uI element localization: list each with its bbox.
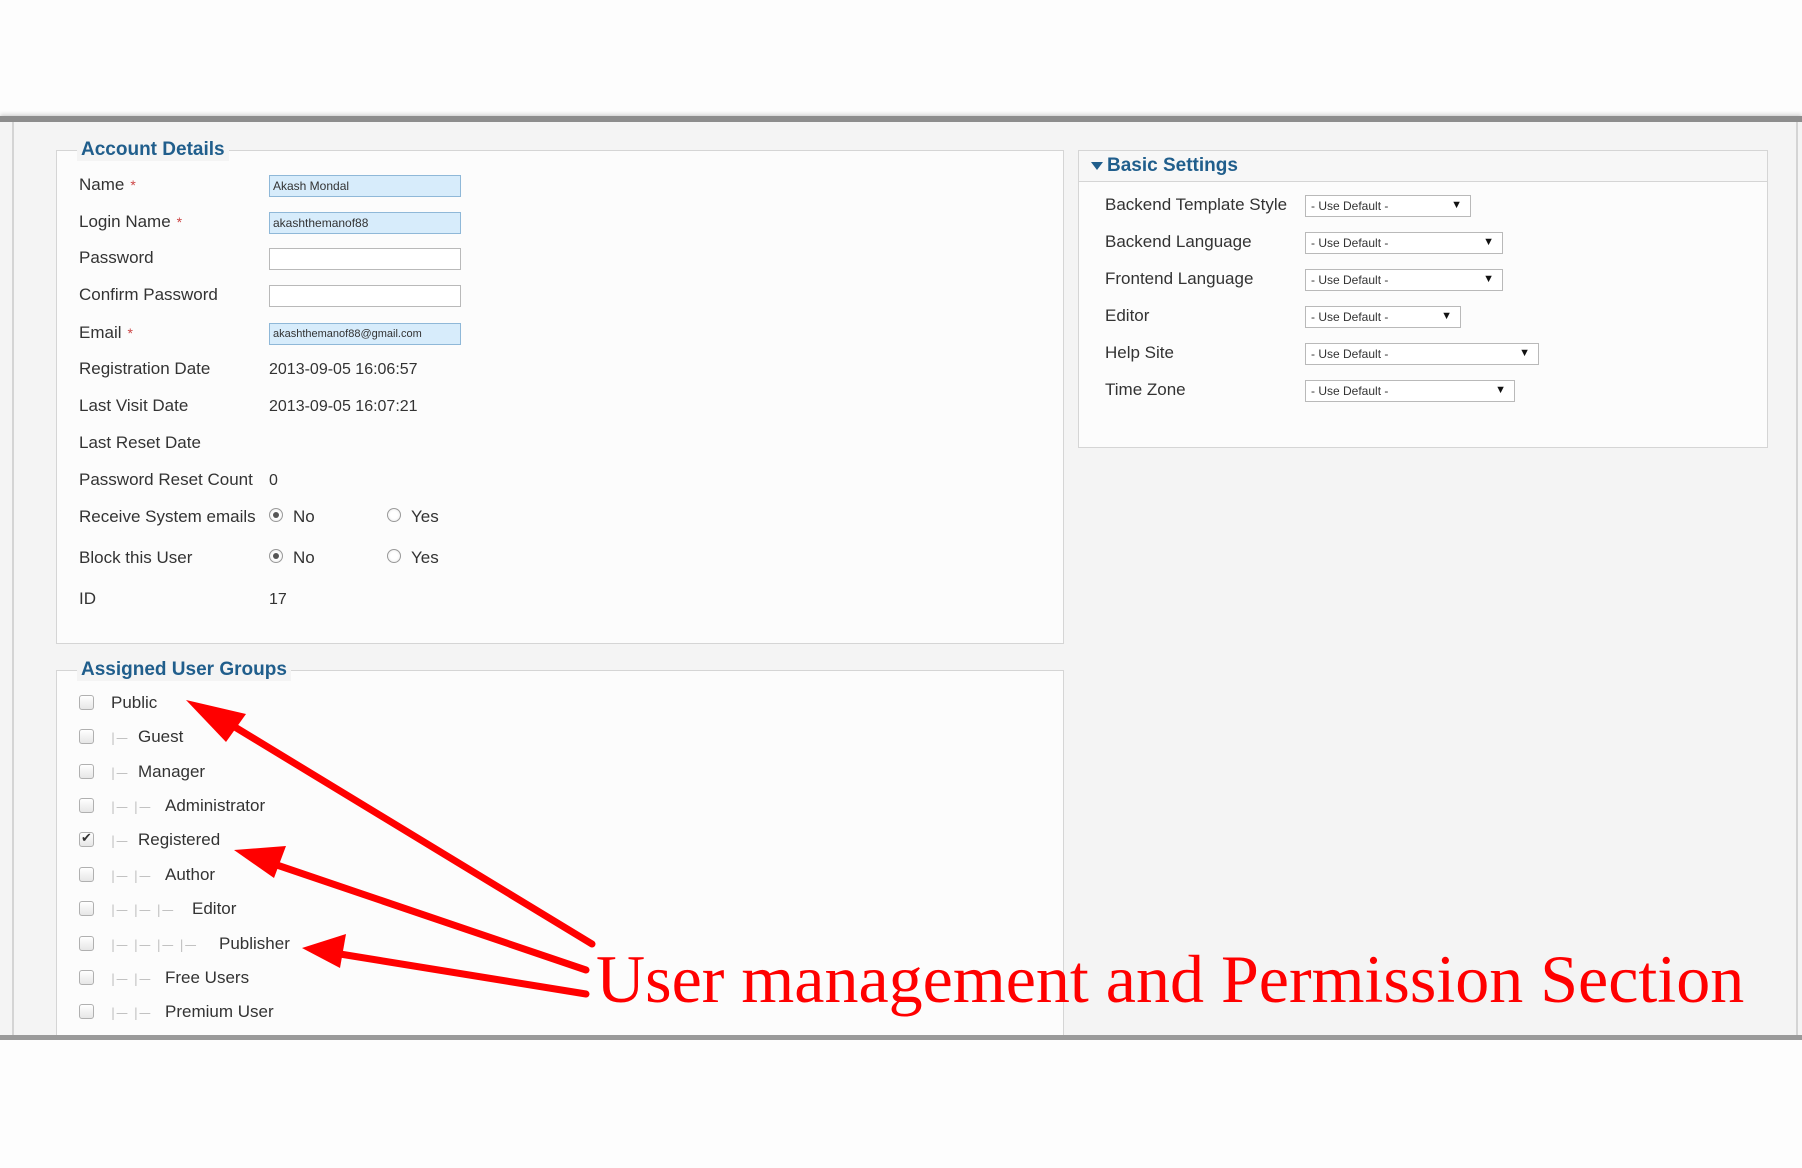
arrowhead-icon [186,700,246,742]
arrowhead-icon [234,846,286,878]
arrowhead-icon [302,934,346,968]
annotation-caption: User management and Permission Section [596,941,1745,1017]
